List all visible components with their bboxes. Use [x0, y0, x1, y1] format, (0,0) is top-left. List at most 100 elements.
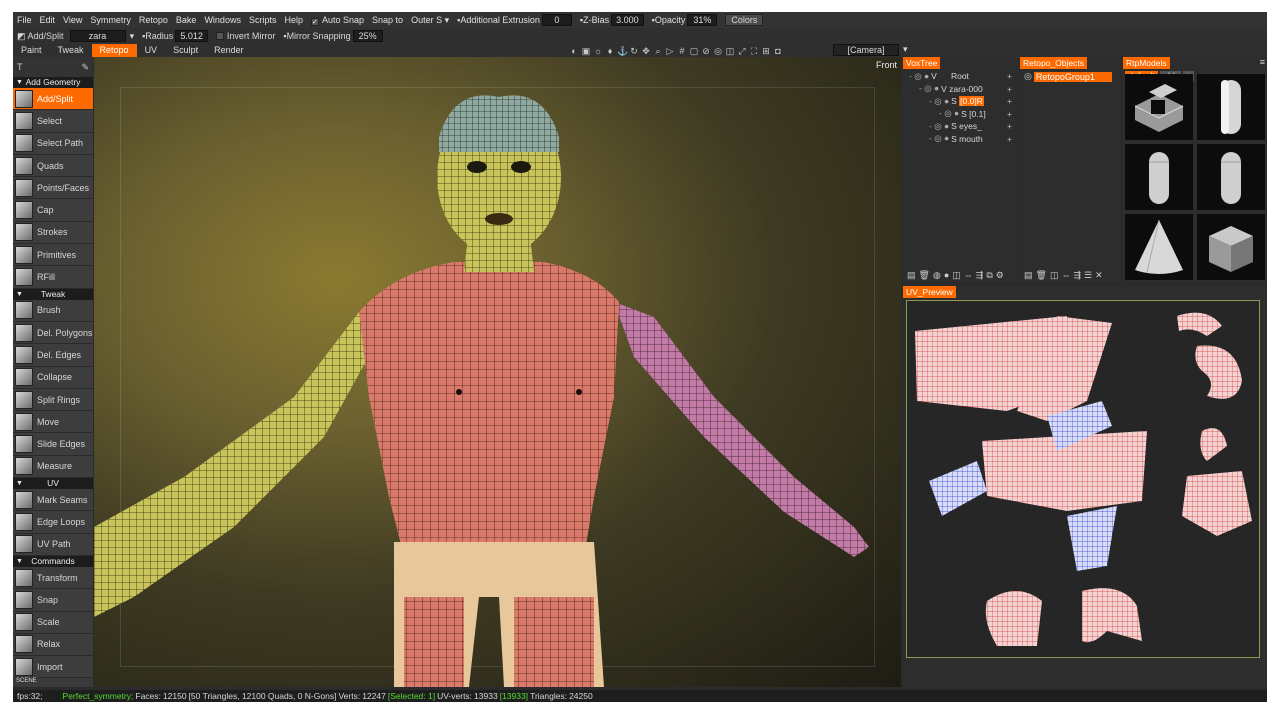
add-icon[interactable]: +: [1007, 109, 1012, 119]
zbias-value[interactable]: 3.000: [611, 14, 644, 26]
copy-icon[interactable]: ◫: [952, 270, 961, 281]
section-add-geometry[interactable]: ▼ Add Geometry: [13, 77, 93, 88]
tool-rfill[interactable]: RFill: [13, 266, 93, 289]
3d-viewport[interactable]: Front: [94, 57, 901, 687]
sphere-icon[interactable]: ◎: [713, 46, 723, 56]
visibility-icon[interactable]: - ◎ ●: [929, 133, 949, 144]
retopo-group-item[interactable]: ◎ RetopoGroup1: [1024, 71, 1112, 82]
voxtree-row-r[interactable]: - ◎ ● S [0.0]R +: [903, 95, 1018, 108]
light-icon[interactable]: ☼: [593, 46, 603, 56]
hide-icon[interactable]: ⊘: [701, 46, 711, 56]
shading-icon[interactable]: ◐: [569, 46, 579, 56]
tab-tweak[interactable]: Tweak: [50, 44, 92, 57]
merge-icon[interactable]: ⇔: [964, 270, 973, 280]
colors-button[interactable]: Colors: [725, 14, 764, 26]
split-icon[interactable]: ⇶: [1073, 270, 1081, 281]
mirror-snapping-value[interactable]: 25%: [352, 30, 383, 42]
invert-mirror-toggle[interactable]: Invert Mirror: [212, 31, 280, 41]
camera-select[interactable]: [Camera]: [833, 44, 899, 56]
voxtree-row-eyes[interactable]: - ◎ ● S eyes_ +: [903, 120, 1018, 133]
text-tool-icon[interactable]: T: [17, 62, 23, 72]
camera-icon[interactable]: ◘: [773, 46, 783, 56]
sphere-icon[interactable]: ◍: [933, 270, 941, 281]
close-icon[interactable]: ✕: [1095, 270, 1103, 281]
radius-field[interactable]: ▪Radius 5.012: [138, 30, 212, 42]
delete-icon[interactable]: 🗑: [919, 270, 930, 281]
folder-icon[interactable]: ▤: [1024, 270, 1033, 281]
cube-icon[interactable]: [1197, 214, 1265, 280]
add-icon[interactable]: +: [1007, 96, 1012, 106]
visibility-icon[interactable]: - ◎ ●: [929, 96, 949, 107]
add-icon[interactable]: +: [1007, 134, 1012, 144]
grid-icon[interactable]: #: [677, 46, 687, 56]
list-icon[interactable]: ☰: [1084, 270, 1092, 281]
radius-value[interactable]: 5.012: [175, 30, 208, 42]
additional-extrusion-field[interactable]: ▪Additional Extrusion 0: [453, 14, 576, 26]
opacity-field[interactable]: ▪Opacity 31%: [648, 14, 722, 26]
menu-retopo[interactable]: Retopo: [135, 15, 172, 25]
drop-icon[interactable]: ♦: [605, 46, 615, 56]
voxtree-row-mouth[interactable]: - ◎ ● S mouth +: [903, 133, 1018, 146]
tool-select-path[interactable]: Select Path: [13, 132, 93, 155]
section-tweak[interactable]: ▼ Tweak: [13, 288, 93, 300]
move-icon[interactable]: ✥: [641, 46, 651, 56]
auto-snap-toggle[interactable]: ✓ Auto Snap: [307, 15, 368, 26]
settings-icon[interactable]: ⚙: [996, 270, 1004, 281]
capsule-short-icon[interactable]: [1125, 144, 1193, 210]
visibility-icon[interactable]: - ◎ ●: [909, 71, 929, 82]
split-icon[interactable]: ⇶: [976, 270, 984, 281]
tool-points-faces[interactable]: Points/Faces: [13, 177, 93, 200]
capsule-tall-icon[interactable]: [1197, 144, 1265, 210]
menu-symmetry[interactable]: Symmetry: [86, 15, 135, 25]
folder-icon[interactable]: ▤: [907, 270, 916, 281]
tool-split-rings[interactable]: Split Rings: [13, 388, 93, 412]
uv-preview-title[interactable]: UV_Preview: [903, 286, 956, 298]
tool-move[interactable]: Move: [13, 411, 93, 434]
section-uv[interactable]: ▼ UV: [13, 478, 93, 490]
circle-icon[interactable]: ●: [944, 270, 949, 280]
object-select[interactable]: zara: [69, 30, 126, 42]
tool-select[interactable]: Select: [13, 110, 93, 133]
tool-brush[interactable]: Brush: [13, 299, 93, 322]
tool-del-edges[interactable]: Del. Edges: [13, 344, 93, 367]
visibility-icon[interactable]: - ◎ ●: [929, 121, 949, 132]
tool-relax[interactable]: Relax: [13, 633, 93, 657]
additional-extrusion-value[interactable]: 0: [541, 14, 572, 26]
delete-icon[interactable]: 🗑: [1036, 270, 1047, 281]
tool-quads[interactable]: Quads: [13, 154, 93, 178]
expand-icon[interactable]: ⤢: [737, 46, 747, 56]
tab-retopo[interactable]: Retopo: [91, 44, 137, 57]
snap-mode-select[interactable]: Outer S ▾: [407, 15, 453, 26]
visibility-icon[interactable]: - ◎ ●: [919, 83, 939, 94]
boolean-icon[interactable]: ⧉: [986, 270, 992, 281]
retopo-mesh-model[interactable]: [94, 57, 901, 687]
menu-file[interactable]: File: [13, 15, 36, 25]
tool-import[interactable]: Import: [13, 656, 93, 679]
visibility-icon[interactable]: ◎: [1024, 71, 1032, 82]
brush-icon[interactable]: ✎: [81, 62, 89, 73]
frame-icon[interactable]: ▢: [689, 46, 699, 56]
voxtree-row-01[interactable]: - ◎ ● S [0.1] +: [903, 108, 1018, 121]
tool-add-split[interactable]: Add/Split: [13, 88, 93, 111]
retopo-objects-title[interactable]: Retopo_Objects: [1020, 57, 1087, 69]
mirror-snapping-field[interactable]: ▪Mirror Snapping 25%: [279, 30, 386, 42]
menu-edit[interactable]: Edit: [36, 15, 60, 25]
tab-paint[interactable]: Paint: [13, 44, 50, 57]
tool-cap[interactable]: Cap: [13, 199, 93, 222]
image-icon[interactable]: ▣: [581, 46, 591, 56]
voxtree-row-zara[interactable]: - ◎ ● V zara-000 +: [903, 83, 1018, 96]
chevron-down-icon[interactable]: ▾: [126, 31, 139, 42]
copy-icon[interactable]: ◫: [1050, 270, 1059, 281]
anchor-icon[interactable]: ⚓: [617, 46, 628, 56]
add-icon[interactable]: +: [1007, 71, 1012, 81]
tool-snap[interactable]: Snap: [13, 589, 93, 612]
l-block-icon[interactable]: [1125, 74, 1193, 140]
ortho-icon[interactable]: ⊞: [761, 46, 771, 56]
uv-canvas[interactable]: [906, 300, 1260, 658]
panel-menu-icon[interactable]: ≡: [1260, 57, 1265, 67]
cone-icon[interactable]: [1125, 214, 1193, 280]
merge-icon[interactable]: ⇔: [1061, 270, 1070, 280]
voxtree-title[interactable]: VoxTree: [903, 57, 941, 69]
tool-edge-loops[interactable]: Edge Loops: [13, 511, 93, 534]
menu-windows[interactable]: Windows: [200, 15, 245, 25]
